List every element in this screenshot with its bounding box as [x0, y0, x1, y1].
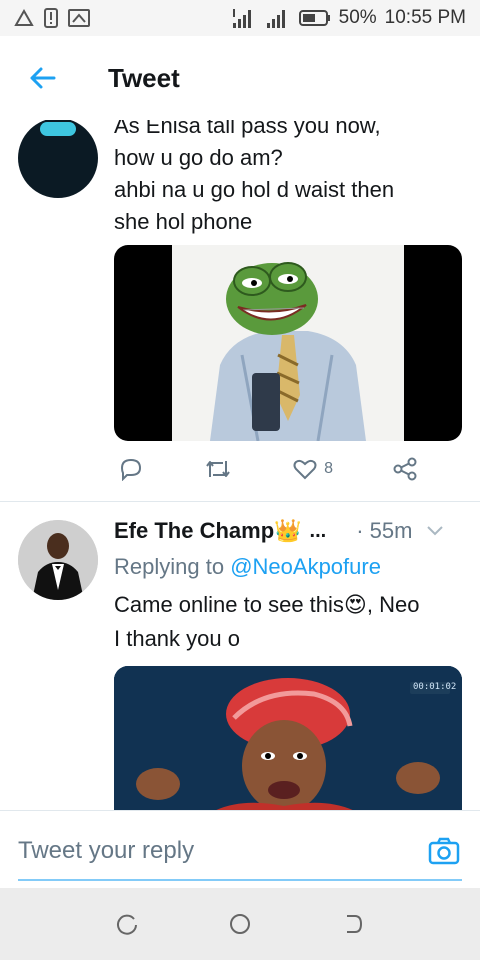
- app-header: Tweet: [0, 36, 480, 120]
- navigation-bar: [0, 888, 480, 960]
- crown-emoji: 👑: [274, 518, 302, 543]
- arrow-left-icon: [30, 67, 56, 89]
- home-button[interactable]: [218, 902, 262, 946]
- retweet-icon: [206, 461, 230, 477]
- camera-icon: [428, 837, 460, 865]
- signal-icon-2: [265, 7, 291, 29]
- back-nav-icon: [347, 915, 363, 933]
- recents-icon: [116, 914, 137, 935]
- battery-percentage: 50%: [338, 7, 377, 28]
- tweet-item[interactable]: As Enisa tall pass you now, how u go do …: [0, 120, 480, 500]
- reply-composer: [0, 810, 480, 888]
- tweet-actions: 8: [118, 456, 418, 482]
- pepe-suit-illustration: [210, 262, 366, 441]
- tweet-media-video[interactable]: 00:01:02: [114, 666, 462, 810]
- tweet-item[interactable]: Efe The Champ👑 ... · 55m Replying to @Ne…: [0, 502, 480, 810]
- like-count: 8: [324, 460, 333, 477]
- tweet-time: · 55m: [356, 518, 413, 543]
- tweet-text-line: Came online to see this😍, Neo: [114, 592, 420, 617]
- warning-icon: [14, 9, 34, 27]
- display-name[interactable]: Efe The Champ👑: [114, 518, 302, 544]
- signal-icon: [231, 7, 257, 29]
- tweet-feed[interactable]: As Enisa tall pass you now, how u go do …: [0, 120, 480, 810]
- tweet-text-line: she hol phone: [114, 209, 253, 234]
- avatar[interactable]: [18, 520, 98, 600]
- home-circle-icon: [229, 914, 250, 934]
- heart-eyes-emoji: 😍: [343, 592, 367, 617]
- replying-to: Replying to @NeoAkpofure: [114, 554, 381, 579]
- tweet-text-line: I thank you o: [114, 626, 240, 651]
- heart-icon: [293, 459, 317, 480]
- reply-button[interactable]: [118, 457, 144, 481]
- battery-icon: [298, 9, 331, 27]
- status-notifications: [14, 8, 90, 28]
- more-options-button[interactable]: [426, 525, 444, 537]
- recents-button[interactable]: [105, 902, 149, 946]
- tweet-text-line: As Enisa tall pass you now,: [114, 120, 381, 138]
- alert-box-icon: [44, 8, 58, 28]
- camera-button[interactable]: [424, 831, 464, 871]
- status-system: 50% 10:55 PM: [231, 7, 466, 29]
- tweet-text-line: how u go do am?: [114, 145, 283, 170]
- media-image-panel: [172, 245, 404, 441]
- like-button[interactable]: 8: [292, 457, 333, 481]
- name-ellipsis: ...: [309, 519, 327, 542]
- avatar[interactable]: [18, 120, 98, 198]
- reply-icon: [120, 458, 142, 481]
- cast-icon: [68, 9, 90, 27]
- clock: 10:55 PM: [384, 7, 466, 28]
- tweet-header: Efe The Champ👑 ... · 55m: [114, 518, 464, 544]
- mention-link[interactable]: @NeoAkpofure: [230, 554, 381, 579]
- share-icon: [393, 457, 417, 481]
- back-button[interactable]: [0, 36, 84, 120]
- tweet-media-image[interactable]: [114, 245, 462, 441]
- input-underline: [18, 879, 462, 881]
- tweet-text: As Enisa tall pass you now, how u go do …: [114, 120, 394, 238]
- page-title: Tweet: [108, 62, 180, 93]
- status-bar: 50% 10:55 PM: [0, 0, 480, 36]
- reply-input[interactable]: [18, 833, 398, 869]
- share-button[interactable]: [392, 456, 418, 482]
- back-nav-button[interactable]: [331, 902, 375, 946]
- video-timestamp: 00:01:02: [413, 682, 457, 692]
- chevron-down-icon: [427, 526, 444, 536]
- tweet-text: Came online to see this😍, Neo I thank yo…: [114, 588, 419, 656]
- retweet-button[interactable]: [203, 457, 233, 481]
- tweet-text-line: ahbi na u go hol d waist then: [114, 177, 395, 202]
